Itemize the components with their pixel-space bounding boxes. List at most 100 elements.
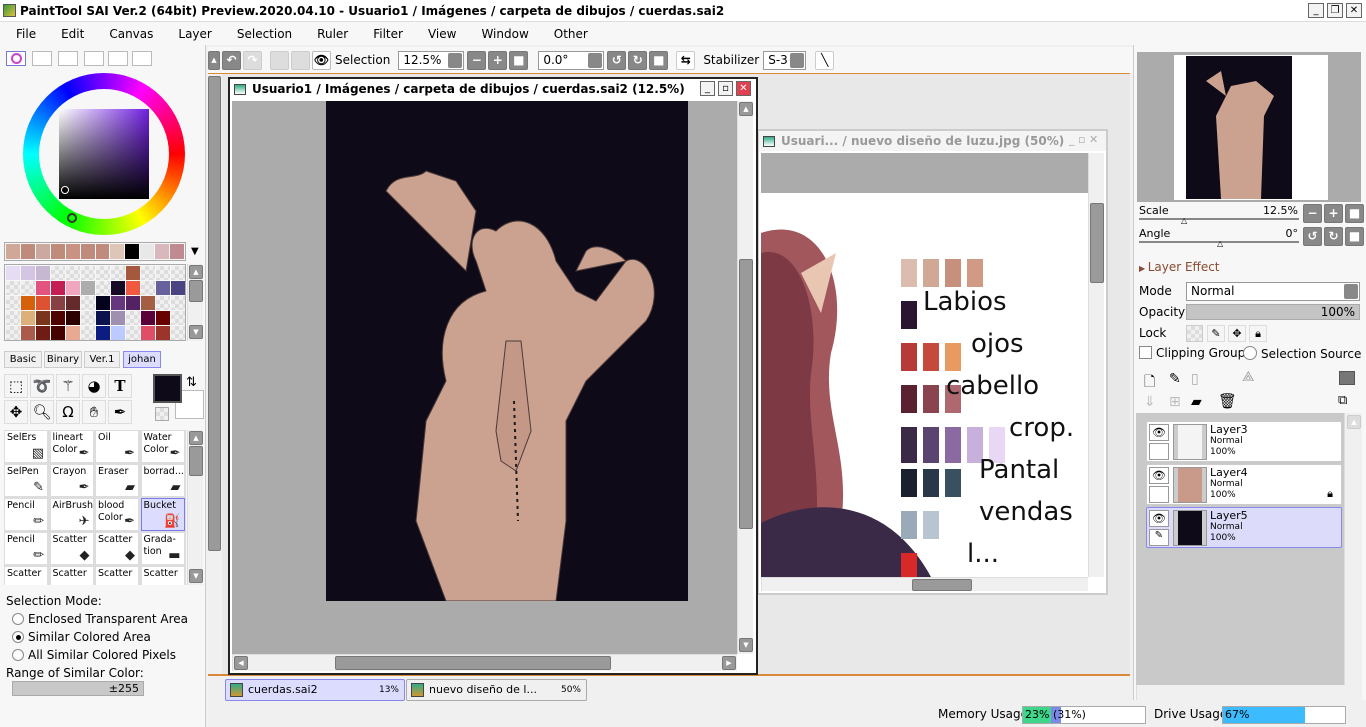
saturation-value-square[interactable] xyxy=(59,109,149,199)
rotate-right-button[interactable]: ↻ xyxy=(628,50,648,70)
empty-swatch[interactable] xyxy=(51,266,65,280)
empty-swatch[interactable] xyxy=(171,311,185,325)
empty-swatch[interactable] xyxy=(81,326,95,340)
color-swatch[interactable] xyxy=(81,281,95,295)
brush-slot[interactable]: Bucket ⛽ xyxy=(140,498,185,531)
zoom-in-button[interactable]: + xyxy=(488,50,508,70)
color-swatch[interactable] xyxy=(6,266,20,280)
empty-swatch[interactable] xyxy=(171,326,185,340)
menu-other[interactable]: Other xyxy=(554,27,588,41)
color-swatch[interactable] xyxy=(141,311,155,325)
palette-swatch[interactable] xyxy=(155,244,170,259)
color-swatch[interactable] xyxy=(96,326,110,340)
blend-mode-select[interactable]: Normal xyxy=(1186,282,1360,301)
zoom-icon[interactable]: 🔍︎ xyxy=(30,400,54,424)
brush-tab-binary[interactable]: Binary xyxy=(44,351,82,368)
minimize-button[interactable]: _ xyxy=(1308,3,1324,18)
palette-swatch[interactable] xyxy=(80,244,95,259)
menu-ruler[interactable]: Ruler xyxy=(317,27,348,41)
brush-slot[interactable]: Scatter xyxy=(95,566,139,585)
restore-button[interactable]: ❐ xyxy=(1327,3,1343,18)
close-button[interactable]: ✕ xyxy=(1346,3,1362,18)
lock-transparency-icon[interactable] xyxy=(1186,325,1203,342)
doc-tab-cuerdas[interactable]: cuerdas.sai2 13% xyxy=(225,679,405,701)
empty-swatch[interactable] xyxy=(111,266,125,280)
magic-wand-icon[interactable]: ⚚ xyxy=(56,374,80,398)
merge-down-icon[interactable]: ⊞ xyxy=(1169,394,1181,410)
color-swatch[interactable] xyxy=(36,281,50,295)
palette-swatch[interactable] xyxy=(110,244,125,259)
palette-swatch[interactable] xyxy=(140,244,155,259)
color-swatch[interactable] xyxy=(171,281,185,295)
undo-button[interactable]: ↶ xyxy=(222,50,241,70)
brush-slot[interactable]: SelPen ✎ xyxy=(4,464,48,497)
empty-swatch[interactable] xyxy=(6,281,20,295)
checkbox-icon[interactable] xyxy=(1139,346,1152,359)
lock-move-icon[interactable]: ✥ xyxy=(1228,325,1246,342)
transfer-down-icon[interactable]: ⇓ xyxy=(1144,394,1156,410)
text-tool-icon[interactable]: T xyxy=(108,374,132,398)
brush-slot[interactable]: Pencil ✏ xyxy=(4,498,48,531)
move-icon[interactable]: ✥ xyxy=(4,400,28,424)
doc-tab-luzu[interactable]: nuevo diseño de l... 50% xyxy=(406,679,587,701)
brush-slot[interactable]: Scatter xyxy=(140,566,185,585)
transparent-color-icon[interactable] xyxy=(155,407,169,421)
rotate-reset-button[interactable]: ■ xyxy=(649,50,669,70)
brush-slot[interactable]: blood Color ✒ xyxy=(95,498,139,531)
color-swatch[interactable] xyxy=(21,326,35,340)
zoom-select[interactable]: 12.5% xyxy=(398,50,465,70)
brush-slot[interactable]: borrad... ▰ xyxy=(140,464,185,497)
menu-view[interactable]: View xyxy=(428,27,456,41)
palette-swatch[interactable] xyxy=(170,244,185,259)
lasso-icon[interactable]: ➰ xyxy=(30,374,54,398)
menu-selection[interactable]: Selection xyxy=(237,27,292,41)
color-swatch[interactable] xyxy=(66,281,80,295)
radio-icon[interactable] xyxy=(1243,346,1257,360)
color-swatch[interactable] xyxy=(36,311,50,325)
eyedropper-icon[interactable]: ✒ xyxy=(108,400,132,424)
color-swatch[interactable] xyxy=(126,296,140,310)
palette-swatch[interactable] xyxy=(125,244,140,259)
menu-canvas[interactable]: Canvas xyxy=(109,27,153,41)
nav-zoom-out-button[interactable]: − xyxy=(1303,204,1322,223)
radio-all-similar[interactable]: All Similar Colored Pixels xyxy=(12,648,176,662)
palette-swatch[interactable] xyxy=(35,244,50,259)
color-wheel-tab[interactable] xyxy=(6,51,26,66)
empty-swatch[interactable] xyxy=(126,326,140,340)
swatch-scrollbar[interactable]: ▲ ▼ xyxy=(187,264,203,341)
empty-swatch[interactable] xyxy=(126,311,140,325)
nav-rotate-left-button[interactable]: ↺ xyxy=(1303,227,1322,246)
zoom-out-button[interactable]: − xyxy=(467,50,487,70)
nav-zoom-reset-button[interactable]: ■ xyxy=(1345,204,1364,223)
color-swatch[interactable] xyxy=(141,296,155,310)
angle-slider[interactable]: △ xyxy=(1139,239,1299,248)
brush-slot[interactable]: Eraser ▰ xyxy=(95,464,139,497)
paint-target-icon[interactable]: ✎ xyxy=(1149,529,1169,546)
palette-swatch[interactable] xyxy=(50,244,65,259)
vertical-scrollbar[interactable] xyxy=(1088,153,1104,577)
empty-swatch[interactable] xyxy=(96,266,110,280)
brush-slot[interactable]: AirBrush ✈ xyxy=(49,498,94,531)
color-swatch[interactable] xyxy=(51,281,65,295)
color-swatch[interactable] xyxy=(21,266,35,280)
layer-row[interactable]: 👁︎ ✎ Layer5 Normal 100% xyxy=(1146,507,1342,548)
empty-swatch[interactable] xyxy=(171,296,185,310)
redo-button[interactable]: ↷ xyxy=(243,50,262,70)
palette-swatch[interactable] xyxy=(65,244,80,259)
layer-effect-toggle[interactable]: ▶ Layer Effect xyxy=(1139,260,1220,274)
swap-colors-icon[interactable]: ⇅ xyxy=(186,375,197,390)
range-slider[interactable]: ±255 xyxy=(12,681,144,696)
empty-swatch[interactable] xyxy=(156,296,170,310)
brush-tab-ver1[interactable]: Ver.1 xyxy=(84,351,120,368)
rotate-icon[interactable]: Ω xyxy=(56,400,80,424)
empty-swatch[interactable] xyxy=(141,281,155,295)
visibility-eye-icon[interactable]: 👁︎ xyxy=(1149,510,1169,527)
invert-selection-button[interactable] xyxy=(291,50,310,70)
clipping-group-checkbox[interactable]: Clipping Group xyxy=(1139,346,1245,360)
hsv-slider-tab[interactable] xyxy=(58,51,78,66)
flip-horizontal-icon[interactable]: ⇆ xyxy=(676,50,696,70)
radio-enclosed-transparent[interactable]: Enclosed Transparent Area xyxy=(12,612,188,626)
horizontal-scrollbar[interactable]: ◀ ▶ xyxy=(232,654,737,671)
horizontal-scrollbar[interactable] xyxy=(761,577,1088,591)
radio-icon[interactable] xyxy=(12,631,24,643)
